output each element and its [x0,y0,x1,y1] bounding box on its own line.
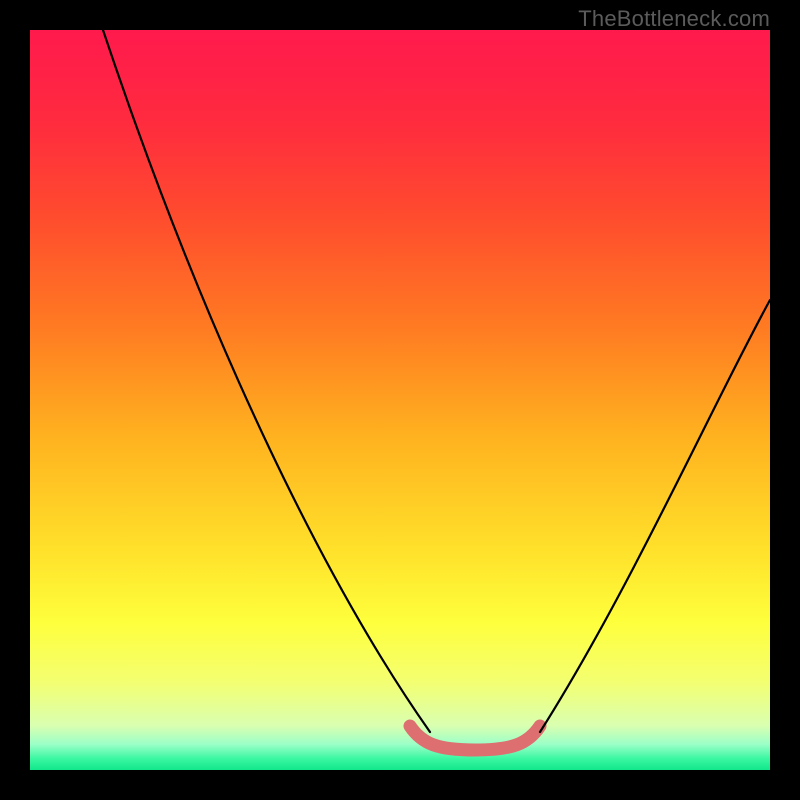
curves-layer [30,30,770,770]
plot-area [30,30,770,770]
chart-stage: TheBottleneck.com [0,0,800,800]
right-black-curve [540,300,770,732]
attribution-text: TheBottleneck.com [578,6,770,32]
left-black-curve [103,30,430,732]
